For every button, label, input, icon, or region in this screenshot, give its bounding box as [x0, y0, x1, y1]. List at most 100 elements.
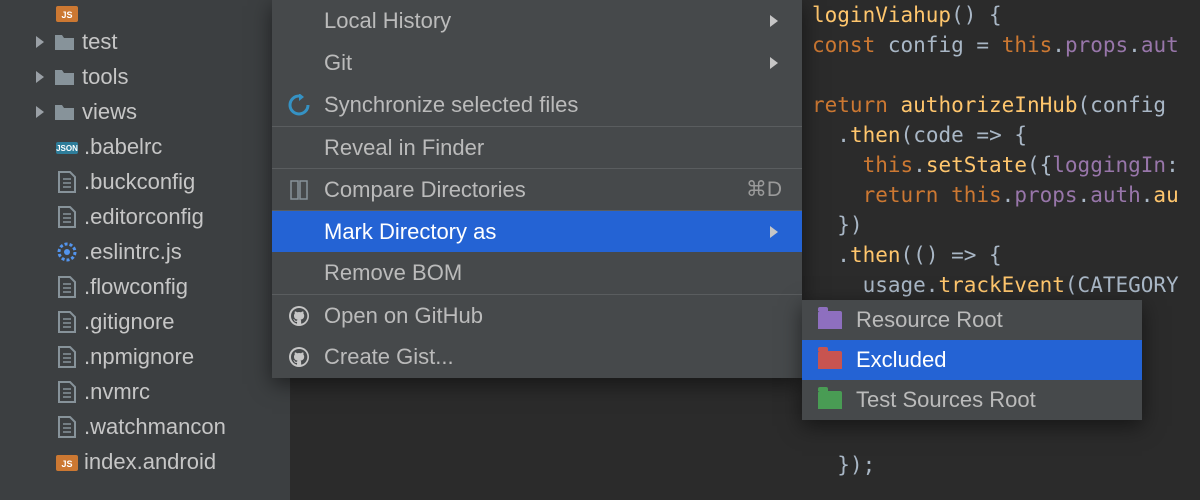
folder-icon [54, 66, 76, 88]
code-line: const config = this.props.aut [812, 30, 1200, 60]
context-menu-label: Remove BOM [324, 260, 782, 286]
context-menu-label: Reveal in Finder [324, 135, 782, 161]
sync-icon [288, 94, 310, 116]
code-line: }); [812, 450, 1200, 480]
github-icon [288, 346, 310, 368]
context-menu-item-reveal-in-finder[interactable]: Reveal in Finder [272, 126, 802, 168]
context-menu-item-remove-bom[interactable]: Remove BOM [272, 252, 802, 294]
context-menu-item-compare-directories[interactable]: Compare Directories ⌘D [272, 168, 802, 210]
js-partial-icon [56, 2, 78, 24]
disclosure-triangle-icon[interactable] [36, 36, 48, 48]
tree-item-label: views [82, 99, 137, 125]
submenu-item-excluded[interactable]: Excluded [802, 340, 1142, 380]
code-line: return authorizeInHub(config [812, 90, 1200, 120]
tree-item-label: .npmignore [84, 344, 194, 370]
tree-item--gitignore[interactable]: .gitignore [0, 304, 290, 339]
submenu-label: Excluded [856, 347, 947, 373]
tree-item-top[interactable] [0, 6, 290, 24]
file-icon [56, 416, 78, 438]
code-editor: loginViahup() {const config = this.props… [802, 0, 1200, 500]
tree-item-label: .watchmancon [84, 414, 226, 440]
folder-icon [54, 31, 76, 53]
tree-item-label: tools [82, 64, 128, 90]
context-menu-label: Local History [324, 8, 754, 34]
blank-icon [288, 52, 310, 74]
context-menu-item-mark-directory-as[interactable]: Mark Directory as [272, 210, 802, 252]
code-line [812, 60, 1200, 90]
submenu-label: Test Sources Root [856, 387, 1036, 413]
tree-item-views[interactable]: views [0, 94, 290, 129]
keyboard-shortcut: ⌘D [746, 177, 782, 202]
js-partial-icon [56, 451, 78, 473]
tree-item-label: .editorconfig [84, 204, 204, 230]
context-menu-label: Compare Directories [324, 177, 732, 203]
code-line: return this.props.auth.au [812, 180, 1200, 210]
submenu-item-resource-root[interactable]: Resource Root [802, 300, 1142, 340]
context-menu-item-git[interactable]: Git [272, 42, 802, 84]
tree-item-label: .gitignore [84, 309, 175, 335]
tree-item--watchmancon[interactable]: .watchmancon [0, 409, 290, 444]
tree-item-label: .eslintrc.js [84, 239, 182, 265]
context-menu-label: Open on GitHub [324, 303, 782, 329]
tree-item--babelrc[interactable]: .babelrc [0, 129, 290, 164]
code-line: usage.trackEvent(CATEGORY [812, 270, 1200, 300]
context-menu-label: Create Gist... [324, 344, 782, 370]
submenu-item-test-sources-root[interactable]: Test Sources Root [802, 380, 1142, 420]
tree-item-label: .buckconfig [84, 169, 195, 195]
blank-icon [288, 262, 310, 284]
compare-icon [288, 179, 310, 201]
json-icon [56, 136, 78, 158]
folder-icon [54, 101, 76, 123]
folder-color-icon [818, 351, 842, 369]
context-menu-item-local-history[interactable]: Local History [272, 0, 802, 42]
code-line: }) [812, 210, 1200, 240]
file-icon [56, 346, 78, 368]
tree-item--flowconfig[interactable]: .flowconfig [0, 269, 290, 304]
context-menu-label: Mark Directory as [324, 219, 754, 245]
context-menu-label: Git [324, 50, 754, 76]
folder-color-icon [818, 391, 842, 409]
mark-directory-submenu[interactable]: Resource Root Excluded Test Sources Root [802, 300, 1142, 420]
tree-item-label: .flowconfig [84, 274, 188, 300]
project-tree[interactable]: test tools views .babelrc .buckconfig .editor… [0, 0, 290, 500]
tree-item--buckconfig[interactable]: .buckconfig [0, 164, 290, 199]
file-icon [56, 381, 78, 403]
context-menu-item-open-on-github[interactable]: Open on GitHub [272, 294, 802, 336]
tree-item-label: .nvmrc [84, 379, 150, 405]
submenu-arrow-icon [768, 56, 782, 70]
disclosure-triangle-icon[interactable] [36, 71, 48, 83]
context-menu[interactable]: Local History Git Synchronize selected fil… [272, 0, 802, 378]
code-line: .then(() => { [812, 240, 1200, 270]
tree-item--nvmrc[interactable]: .nvmrc [0, 374, 290, 409]
blank-icon [288, 221, 310, 243]
tree-item-label: test [82, 29, 117, 55]
tree-item-index-android[interactable]: index.android [0, 444, 290, 479]
tree-item-test[interactable]: test [0, 24, 290, 59]
submenu-arrow-icon [768, 14, 782, 28]
context-menu-item-create-gist-[interactable]: Create Gist... [272, 336, 802, 378]
file-icon [56, 276, 78, 298]
blank-icon [288, 137, 310, 159]
tree-item--editorconfig[interactable]: .editorconfig [0, 199, 290, 234]
gear-icon [56, 241, 78, 263]
submenu-arrow-icon [768, 225, 782, 239]
disclosure-triangle-icon[interactable] [36, 106, 48, 118]
blank-icon [288, 10, 310, 32]
tree-item--npmignore[interactable]: .npmignore [0, 339, 290, 374]
folder-color-icon [818, 311, 842, 329]
tree-item-label: .babelrc [84, 134, 162, 160]
tree-item-label: index.android [84, 449, 216, 475]
context-menu-item-synchronize-selected-files[interactable]: Synchronize selected files [272, 84, 802, 126]
code-line: loginViahup() { [812, 0, 1200, 30]
context-menu-label: Synchronize selected files [324, 92, 782, 118]
file-icon [56, 206, 78, 228]
tree-item-tools[interactable]: tools [0, 59, 290, 94]
tree-item--eslintrc-js[interactable]: .eslintrc.js [0, 234, 290, 269]
code-line: this.setState({loggingIn: [812, 150, 1200, 180]
github-icon [288, 305, 310, 327]
file-icon [56, 311, 78, 333]
file-icon [56, 171, 78, 193]
code-line: .then(code => { [812, 120, 1200, 150]
code-line [812, 420, 1200, 450]
submenu-label: Resource Root [856, 307, 1003, 333]
